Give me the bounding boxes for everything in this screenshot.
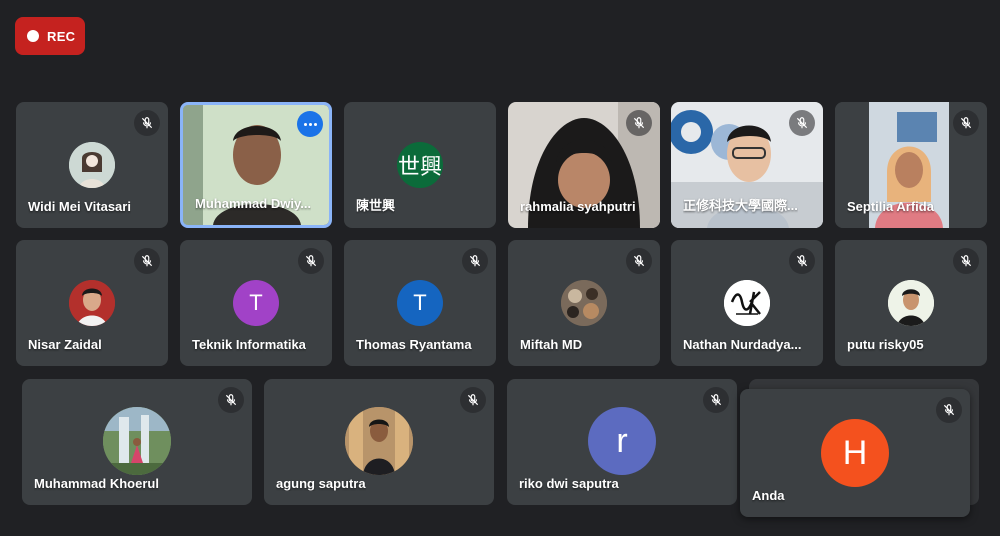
avatar <box>345 407 413 475</box>
avatar: T <box>233 280 279 326</box>
mic-off-icon <box>218 387 244 413</box>
participant-tile-agung[interactable]: agung saputra <box>264 379 494 505</box>
avatar <box>69 142 115 188</box>
participant-tile-miftah[interactable]: Miftah MD <box>508 240 660 366</box>
participant-tile-widi[interactable]: Widi Mei Vitasari <box>16 102 168 228</box>
mic-off-icon <box>789 248 815 274</box>
avatar <box>724 280 770 326</box>
mic-off-icon <box>953 110 979 136</box>
participant-name: Miftah MD <box>520 337 583 352</box>
participant-tile-thomas[interactable]: T Thomas Ryantama <box>344 240 496 366</box>
mic-off-icon <box>462 248 488 274</box>
mic-off-icon <box>460 387 486 413</box>
mic-off-icon <box>298 248 324 274</box>
mic-off-icon <box>134 248 160 274</box>
participant-tile-cheng-shiu[interactable]: 正修科技大學國際... <box>671 102 823 228</box>
avatar <box>103 407 171 475</box>
recording-indicator: REC <box>15 17 85 55</box>
participant-name: Thomas Ryantama <box>356 337 472 352</box>
participant-name: Anda <box>752 488 785 503</box>
avatar: r <box>588 407 656 475</box>
participant-name: agung saputra <box>276 476 366 491</box>
avatar: T <box>397 280 443 326</box>
mic-off-icon <box>626 248 652 274</box>
participant-tile-nathan[interactable]: Nathan Nurdadya... <box>671 240 823 366</box>
avatar <box>69 280 115 326</box>
avatar <box>561 280 607 326</box>
mic-off-icon <box>789 110 815 136</box>
participant-tile-teknik-informatika[interactable]: T Teknik Informatika <box>180 240 332 366</box>
participant-tile-muhammad-khoerul[interactable]: Muhammad Khoerul <box>22 379 252 505</box>
participant-name: Muhammad Khoerul <box>34 476 159 491</box>
mic-off-icon <box>134 110 160 136</box>
mic-off-icon <box>953 248 979 274</box>
participant-name: Nathan Nurdadya... <box>683 337 802 352</box>
mic-off-icon <box>626 110 652 136</box>
participant-name: 正修科技大學國際... <box>683 198 798 213</box>
participant-name: 陳世興 <box>356 198 396 213</box>
participant-name: riko dwi saputra <box>519 476 619 491</box>
self-view-tile[interactable]: H Anda <box>740 389 970 517</box>
participant-tile-chen[interactable]: 世興 陳世興 <box>344 102 496 228</box>
more-options-icon[interactable] <box>297 111 323 137</box>
record-dot-icon <box>27 30 39 42</box>
participant-name: Widi Mei Vitasari <box>28 199 131 214</box>
participant-name: Muhammad Dwiy... <box>195 196 312 211</box>
mic-off-icon[interactable] <box>936 397 962 423</box>
recording-label: REC <box>47 28 76 44</box>
participant-tile-rahmalia[interactable]: rahmalia syahputri <box>508 102 660 228</box>
participant-tile-riko[interactable]: r riko dwi saputra <box>507 379 737 505</box>
participant-tile-nisar[interactable]: Nisar Zaidal <box>16 240 168 366</box>
participant-tile-septilia[interactable]: Septilia Arfida <box>835 102 987 228</box>
avatar: 世興 <box>397 142 443 188</box>
participant-name: putu risky05 <box>847 337 924 352</box>
participant-name: Nisar Zaidal <box>28 337 102 352</box>
mic-off-icon <box>703 387 729 413</box>
participant-tile-putu[interactable]: putu risky05 <box>835 240 987 366</box>
participant-name: rahmalia syahputri <box>520 199 636 214</box>
participant-name: Septilia Arfida <box>847 199 934 214</box>
participant-tile-muhammad-dwiy[interactable]: Muhammad Dwiy... <box>180 102 332 228</box>
participant-name: Teknik Informatika <box>192 337 306 352</box>
avatar <box>888 280 934 326</box>
avatar: H <box>821 419 889 487</box>
